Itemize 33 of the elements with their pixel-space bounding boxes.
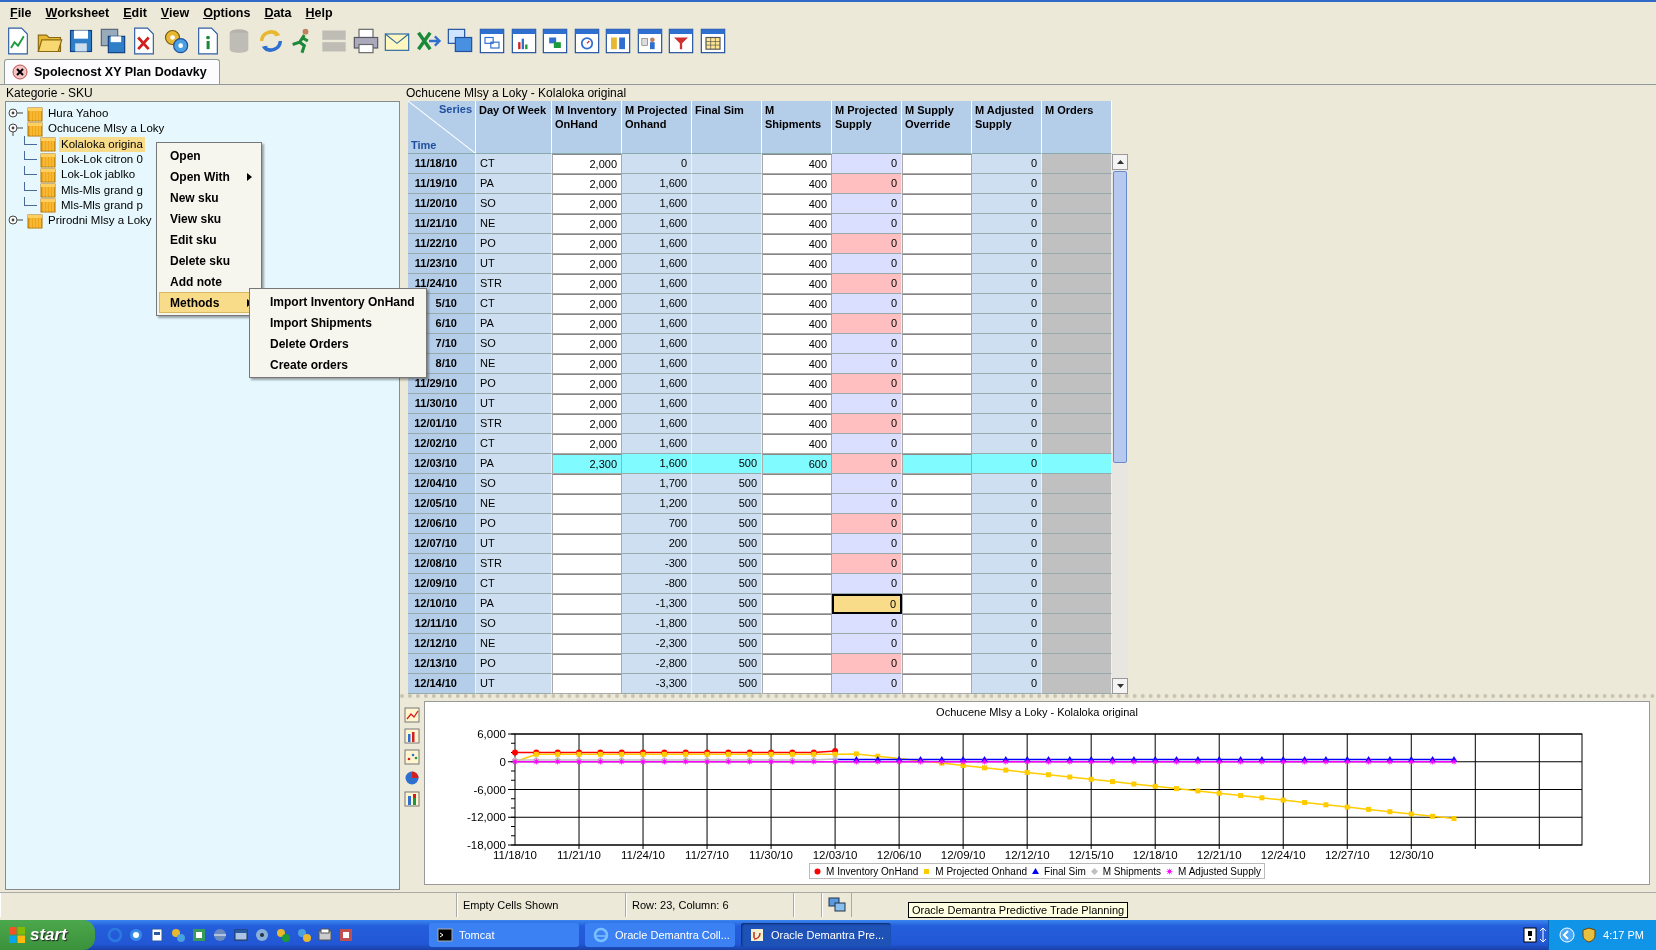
axis-label: 6,000 (477, 728, 506, 740)
corner-label: Time (411, 138, 438, 152)
axis-label: 11/18/10 (493, 849, 537, 861)
axis-label: 11/24/10 (621, 849, 665, 861)
axis-label: 12/18/10 (1132, 849, 1178, 861)
axis-label: 11/30/10 (749, 849, 794, 861)
worksheet-title: Ochucene Mlsy a Loky - Kolaloka original (405, 85, 628, 101)
status-text: Row: 23, Column: 6 (632, 899, 729, 911)
axis-label: 0 (499, 755, 506, 768)
axis-label: 12/30/10 (1388, 849, 1434, 861)
panel-title: Kategorie - SKU (5, 85, 94, 101)
legend-label: M Adjusted Supply (1178, 865, 1261, 877)
axis-label: 12/03/10 (812, 849, 858, 861)
tooltip: Oracle Demantra Predictive Trade Planning (908, 902, 1129, 918)
axis-label: 12/21/10 (1196, 849, 1242, 861)
axis-label: 12/27/10 (1324, 849, 1370, 861)
axis-label: 12/15/10 (1068, 849, 1114, 861)
legend-label: M Shipments (1102, 865, 1162, 877)
legend-label: M Inventory OnHand (826, 865, 919, 877)
axis-label: -18,000 (467, 839, 506, 851)
axis-label: 12/24/10 (1260, 849, 1306, 861)
corner-label: Series (438, 102, 472, 116)
axis-label: 12/09/10 (940, 849, 986, 861)
axis-label: 12/12/10 (1004, 849, 1050, 861)
status-text: Empty Cells Shown (463, 899, 559, 911)
axis-label: 11/21/10 (557, 849, 601, 861)
axis-label: 12/06/10 (876, 849, 922, 861)
chart-title: Ochucene Mlsy a Loky - Kolaloka original (936, 705, 1138, 720)
axis-label: -12,000 (467, 811, 506, 824)
axis-label: -6,000 (473, 783, 506, 796)
legend-label: Final Sim (1044, 865, 1086, 877)
axis-label: 11/27/10 (685, 849, 729, 861)
legend-label: M Projected Onhand (935, 865, 1028, 877)
